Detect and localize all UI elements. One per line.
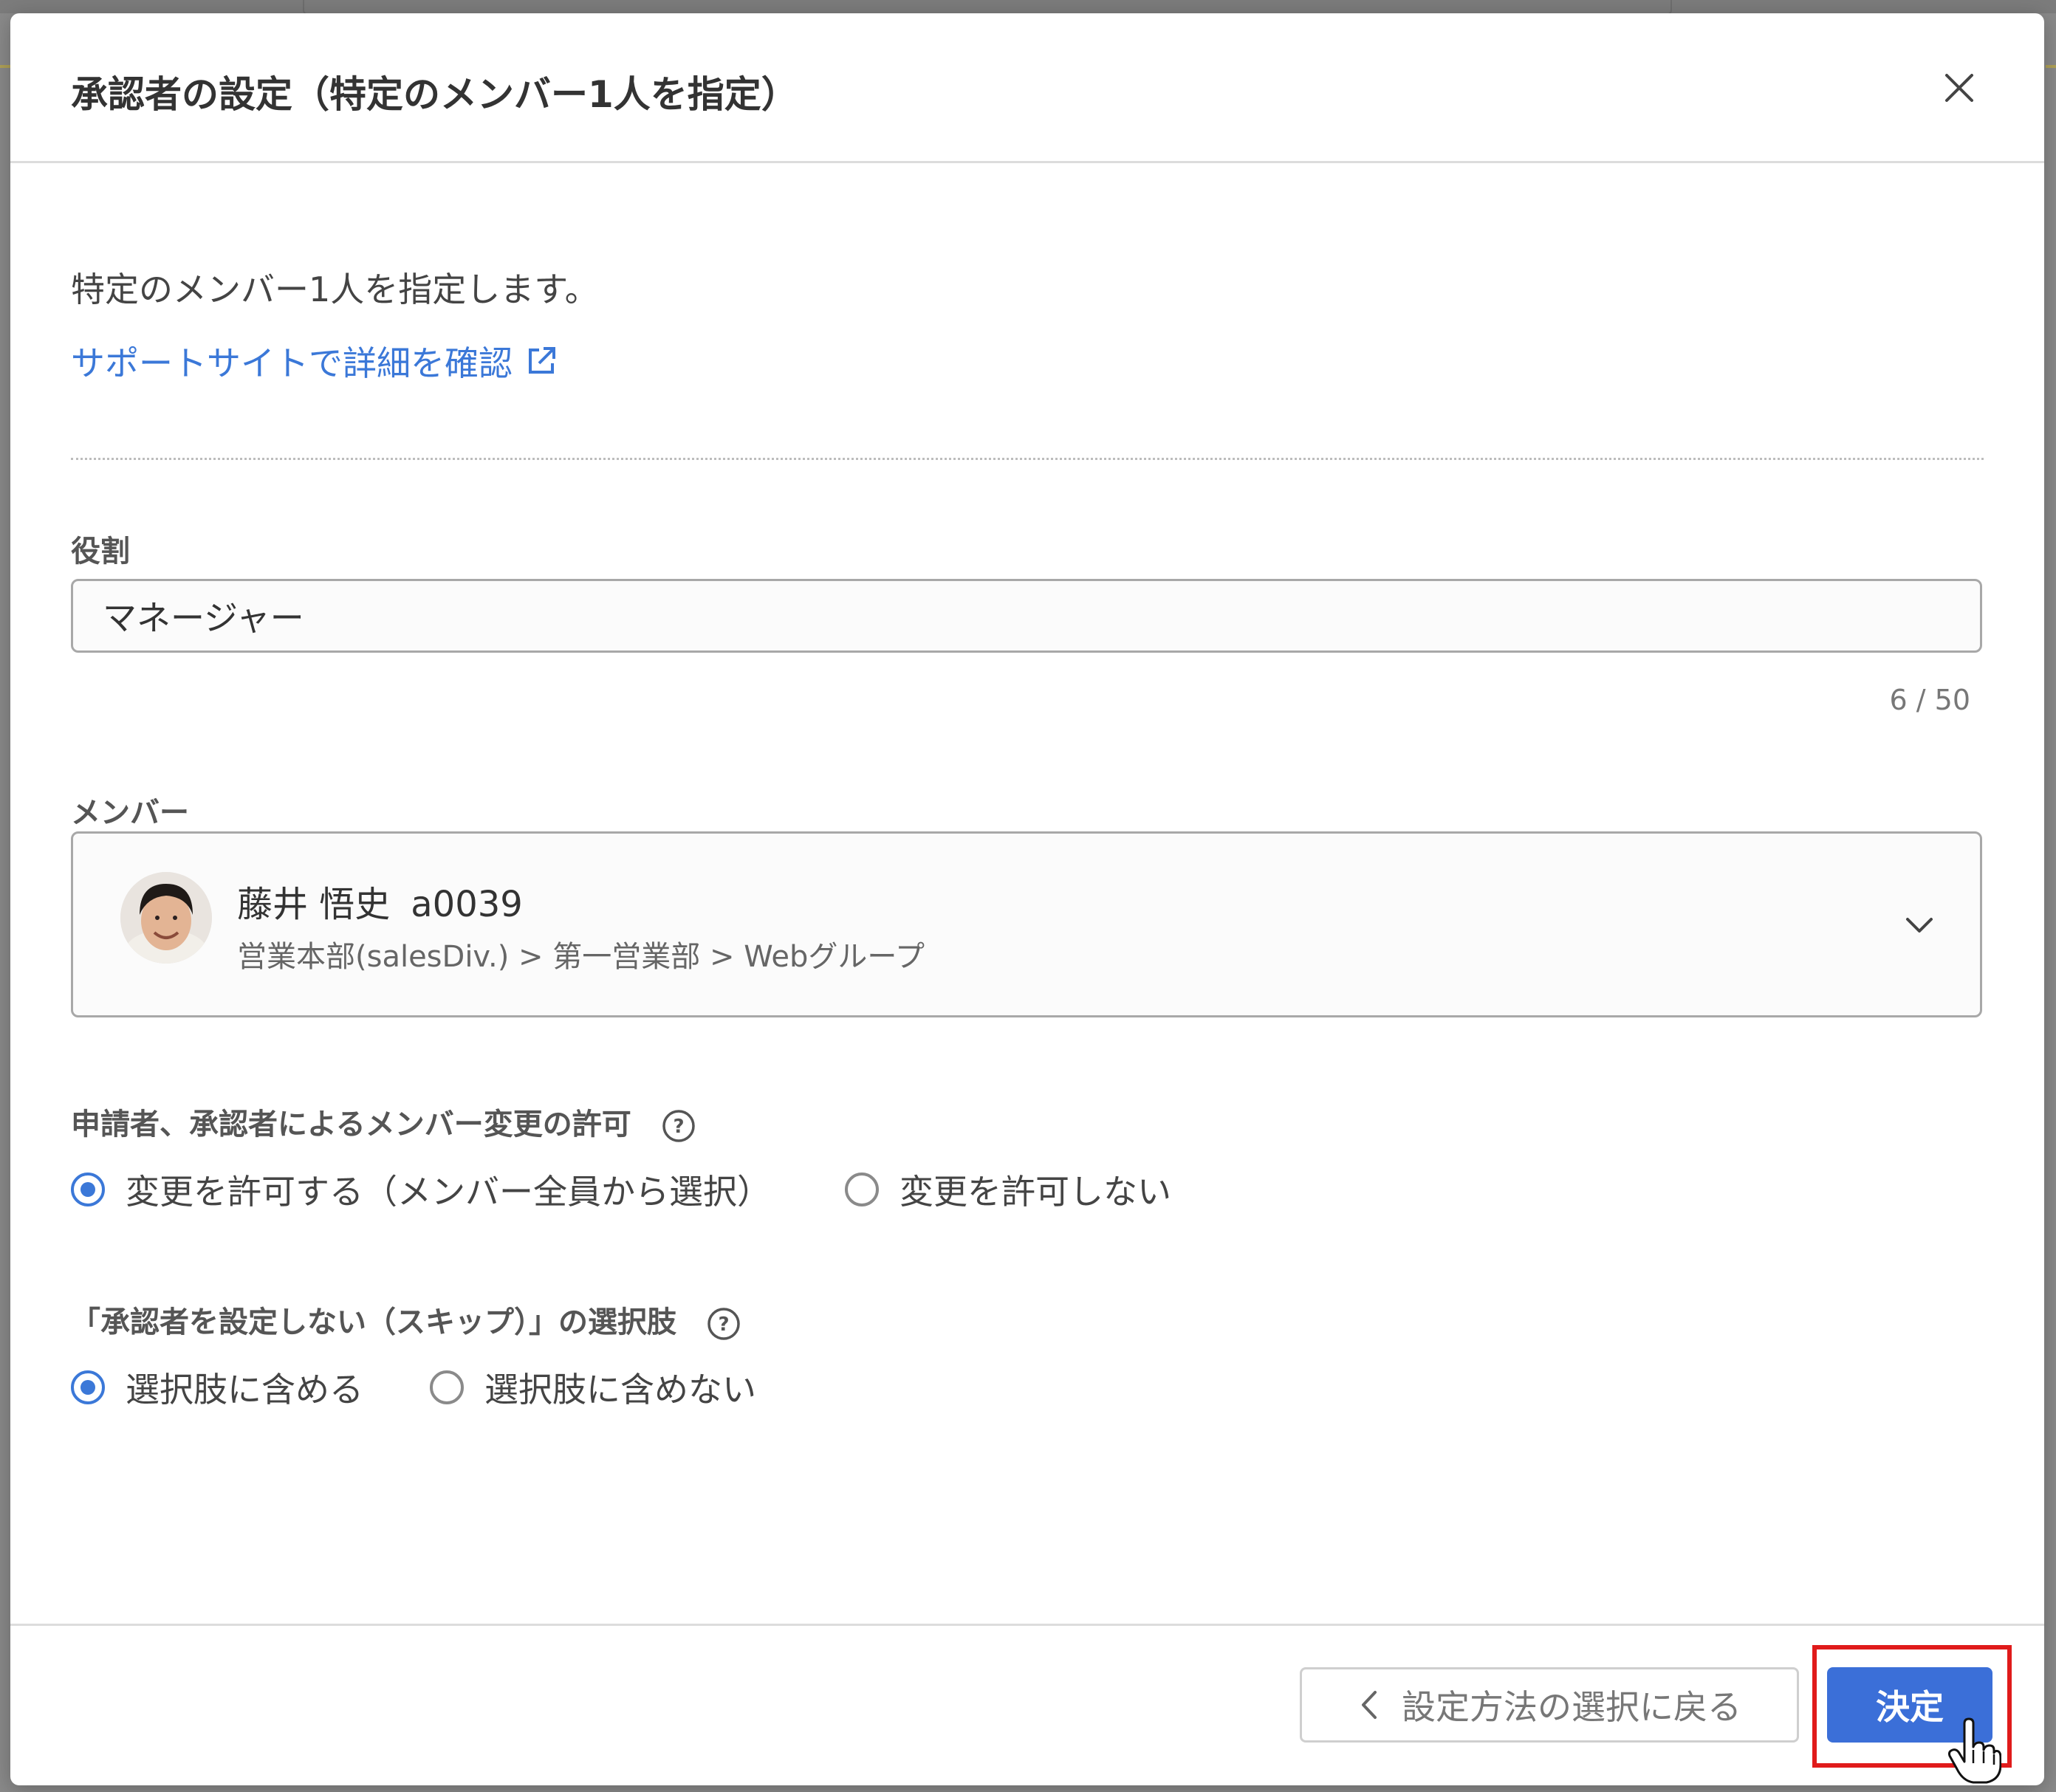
close-icon bbox=[1945, 74, 1973, 102]
back-to-method-button[interactable]: 設定方法の選択に戻る bbox=[1300, 1667, 1799, 1743]
change-permission-radio-group: 変更を許可する（メンバー全員から選択） 変更を許可しない bbox=[71, 1165, 1238, 1214]
background-search-box bbox=[303, 0, 1672, 15]
external-link-icon bbox=[529, 347, 555, 374]
dialog-footer: 設定方法の選択に戻る 決定 bbox=[10, 1624, 2044, 1785]
chevron-left-icon bbox=[1362, 1691, 1377, 1719]
role-label: 役割 bbox=[71, 535, 130, 569]
radio-button[interactable] bbox=[845, 1173, 879, 1206]
radio-button[interactable] bbox=[430, 1370, 464, 1404]
section-divider bbox=[71, 458, 1984, 460]
member-code: a0039 bbox=[411, 884, 523, 925]
change-permission-label: 申請者、承認者によるメンバー変更の許可 bbox=[71, 1108, 631, 1142]
radio-button-checked[interactable] bbox=[71, 1173, 105, 1206]
role-char-counter: 6 / 50 bbox=[1889, 684, 1971, 716]
svg-text:?: ? bbox=[718, 1314, 729, 1336]
member-name-row: 藤井 悟史 a0039 bbox=[237, 875, 523, 927]
member-label: メンバー bbox=[71, 796, 189, 830]
radio-include-skip[interactable]: 選択肢に含める bbox=[71, 1363, 363, 1412]
radio-label: 選択肢に含める bbox=[126, 1370, 363, 1410]
member-select[interactable]: 藤井 悟史 a0039 営業本部(salesDiv.) > 第一営業部 > Web… bbox=[71, 831, 1982, 1017]
radio-allow-change[interactable]: 変更を許可する（メンバー全員から選択） bbox=[71, 1165, 771, 1214]
radio-label: 選択肢に含めない bbox=[484, 1370, 756, 1410]
skip-option-label-row: 「承認者を設定しない（スキップ）」の選択肢 ? bbox=[71, 1298, 741, 1342]
member-name: 藤井 悟史 bbox=[237, 884, 391, 925]
role-input[interactable] bbox=[71, 579, 1982, 653]
radio-exclude-skip[interactable]: 選択肢に含めない bbox=[430, 1363, 756, 1412]
radio-disallow-change[interactable]: 変更を許可しない bbox=[845, 1165, 1171, 1214]
hand-pointer-icon bbox=[1948, 1717, 2001, 1784]
skip-option-label: 「承認者を設定しない（スキップ）」の選択肢 bbox=[71, 1305, 676, 1339]
change-permission-label-row: 申請者、承認者によるメンバー変更の許可 ? bbox=[71, 1100, 696, 1144]
avatar bbox=[120, 872, 212, 964]
support-site-link-label: サポートサイトで詳細を確認 bbox=[71, 343, 513, 383]
help-icon[interactable]: ? bbox=[661, 1108, 696, 1144]
background-accent bbox=[0, 65, 10, 68]
approver-settings-dialog: 承認者の設定（特定のメンバー1人を指定） 特定のメンバー1人を指定します。 サポ… bbox=[10, 13, 2044, 1785]
dialog-header: 承認者の設定（特定のメンバー1人を指定） bbox=[10, 13, 2044, 163]
support-site-link[interactable]: サポートサイトで詳細を確認 bbox=[71, 337, 558, 385]
radio-label: 変更を許可する（メンバー全員から選択） bbox=[126, 1172, 771, 1212]
svg-text:?: ? bbox=[673, 1116, 684, 1138]
skip-option-radio-group: 選択肢に含める 選択肢に含めない bbox=[71, 1363, 823, 1412]
radio-button-checked[interactable] bbox=[71, 1370, 105, 1404]
member-department-path: 営業本部(salesDiv.) > 第一営業部 > Webグループ bbox=[237, 940, 925, 974]
close-button[interactable] bbox=[1941, 69, 1978, 106]
radio-label: 変更を許可しない bbox=[900, 1172, 1171, 1212]
back-button-label: 設定方法の選択に戻る bbox=[1402, 1687, 1741, 1727]
help-icon[interactable]: ? bbox=[706, 1306, 741, 1342]
background-accent bbox=[2046, 65, 2056, 68]
dialog-title: 承認者の設定（特定のメンバー1人を指定） bbox=[71, 73, 798, 116]
chevron-down-icon bbox=[1906, 918, 1933, 933]
dialog-description: 特定のメンバー1人を指定します。 bbox=[71, 270, 599, 309]
